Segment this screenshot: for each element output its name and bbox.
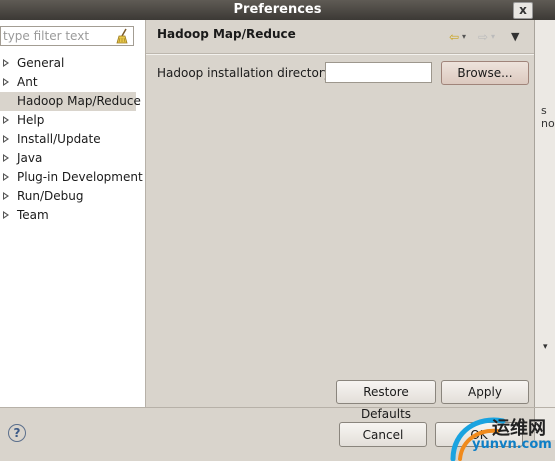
preferences-tree: General Ant Hadoop Map/Reduce Help Install/U…	[0, 54, 145, 225]
forward-dropdown-icon[interactable]: ▾	[491, 32, 495, 41]
tree-item-label: Plug-in Development	[17, 170, 143, 184]
forward-icon[interactable]: ⇨	[478, 30, 488, 44]
tree-item-label: Hadoop Map/Reduce	[17, 94, 141, 108]
tree-item-label: Help	[17, 113, 45, 127]
apply-button[interactable]: Apply	[441, 380, 529, 404]
tree-item-label: General	[17, 56, 65, 70]
hadoop-dir-label: Hadoop installation directory:	[157, 66, 335, 80]
tree-item[interactable]: General	[0, 54, 145, 73]
expand-arrow-icon[interactable]	[3, 211, 9, 219]
tree-item-label: Team	[17, 208, 49, 222]
tree-item-label: Install/Update	[17, 132, 101, 146]
filter-input[interactable]	[3, 28, 111, 44]
filter-box	[0, 26, 134, 46]
expand-arrow-icon[interactable]	[3, 78, 9, 86]
background-window-text: s no	[541, 104, 555, 130]
background-window: s no ▾	[534, 20, 555, 440]
back-dropdown-icon[interactable]: ▾	[462, 32, 466, 41]
window-title: Preferences	[233, 2, 322, 17]
tree-item-label: Run/Debug	[17, 189, 84, 203]
footer-separator	[0, 407, 555, 408]
expand-arrow-icon[interactable]	[3, 59, 9, 67]
page-title: Hadoop Map/Reduce	[157, 27, 296, 41]
expand-arrow-icon[interactable]	[3, 135, 9, 143]
view-menu-icon[interactable]: ▼	[511, 30, 519, 43]
clear-filter-icon[interactable]	[114, 28, 130, 44]
close-icon[interactable]: x	[513, 2, 533, 19]
expand-arrow-icon[interactable]	[3, 116, 9, 124]
preference-page: Hadoop Map/Reduce ⇦ ▾ ⇨ ▾ ▼ Hadoop insta…	[146, 20, 534, 421]
tree-item[interactable]: Team	[0, 206, 145, 225]
restore-defaults-button[interactable]: Restore Defaults	[336, 380, 436, 421]
tree-item[interactable]: Plug-in Development	[0, 168, 145, 187]
tree-item[interactable]: Run/Debug	[0, 187, 145, 206]
back-icon[interactable]: ⇦	[449, 30, 459, 44]
hadoop-dir-input[interactable]	[325, 62, 432, 83]
browse-button[interactable]: Browse...	[441, 61, 529, 85]
background-scroll-arrow-icon: ▾	[543, 342, 548, 352]
tree-item-label: Ant	[17, 75, 38, 89]
tree-item[interactable]: Java	[0, 149, 145, 168]
tree-item[interactable]: Help	[0, 111, 145, 130]
title-bar: Preferences x	[0, 0, 555, 20]
tree-item-label: Java	[17, 151, 43, 165]
expand-arrow-icon[interactable]	[3, 154, 9, 162]
expand-arrow-icon[interactable]	[3, 192, 9, 200]
expand-arrow-icon[interactable]	[3, 173, 9, 181]
tree-item[interactable]: Ant	[0, 73, 145, 92]
cancel-button[interactable]: Cancel	[339, 422, 427, 447]
tree-item[interactable]: Hadoop Map/Reduce	[0, 92, 141, 111]
header-separator	[146, 53, 534, 55]
help-icon[interactable]: ?	[8, 424, 26, 442]
preferences-tree-panel: General Ant Hadoop Map/Reduce Help Install/U…	[0, 20, 146, 407]
tree-item[interactable]: Install/Update	[0, 130, 145, 149]
watermark-url: yunvn.com	[472, 437, 552, 452]
